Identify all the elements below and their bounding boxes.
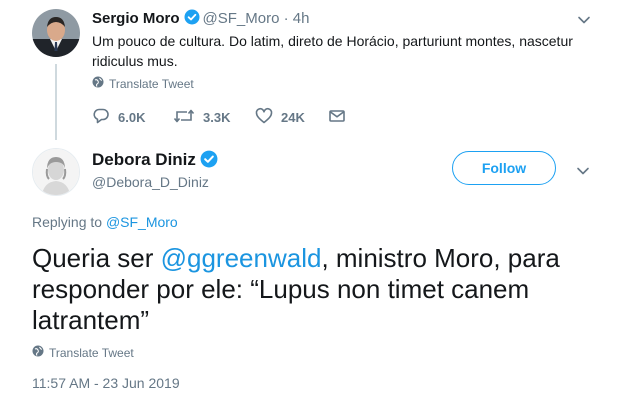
retweet-icon <box>173 107 195 128</box>
heart-icon <box>255 107 273 128</box>
main-text-before: Queria ser <box>32 243 161 273</box>
replying-to-handle-link[interactable]: @SF_Moro <box>106 214 178 230</box>
globe-icon <box>92 76 104 91</box>
retweet-button[interactable]: 3.3K <box>173 107 255 128</box>
parent-translate-label: Translate Tweet <box>109 76 194 91</box>
tweet-timestamp[interactable]: 11:57 AM - 23 Jun 2019 <box>32 375 180 391</box>
reply-button[interactable]: 6.0K <box>92 107 173 128</box>
parent-author-name[interactable]: Sergio Moro <box>92 10 180 27</box>
main-author-name[interactable]: Debora Diniz <box>92 150 196 169</box>
globe-icon <box>32 345 44 360</box>
like-button[interactable]: 24K <box>255 107 328 128</box>
parent-time[interactable]: 4h <box>293 10 310 27</box>
debora-diniz-avatar[interactable] <box>32 148 80 196</box>
main-tweet-text: Queria ser @ggreenwald, ministro Moro, p… <box>32 243 607 336</box>
verified-icon <box>184 9 200 29</box>
reply-count: 6.0K <box>118 110 146 125</box>
parent-action-bar: 6.0K 3.3K 24K <box>92 107 346 128</box>
verified-icon <box>200 150 218 173</box>
chevron-down-icon[interactable] <box>576 164 590 178</box>
main-author-line: Debora Diniz <box>92 150 218 173</box>
sergio-moro-avatar[interactable] <box>32 9 80 57</box>
parent-author-line: Sergio Moro @SF_Moro · 4h <box>92 9 309 29</box>
main-handle[interactable]: @Debora_D_Diniz <box>92 174 209 190</box>
replying-to-line: Replying to @SF_Moro <box>32 214 178 230</box>
like-count: 24K <box>281 110 305 125</box>
time-separator: · <box>283 10 289 27</box>
chevron-down-icon[interactable] <box>577 13 591 27</box>
follow-button[interactable]: Follow <box>452 151 556 185</box>
mention-link[interactable]: @ggreenwald <box>161 243 322 273</box>
thread-line <box>55 64 57 140</box>
main-translate-link[interactable]: Translate Tweet <box>32 345 134 360</box>
envelope-icon <box>328 107 346 128</box>
parent-translate-link[interactable]: Translate Tweet <box>92 76 194 91</box>
parent-handle[interactable]: @SF_Moro <box>203 10 280 27</box>
parent-tweet-text: Um pouco de cultura. Do latim, direto de… <box>92 33 573 69</box>
reply-icon <box>92 107 110 128</box>
retweet-count: 3.3K <box>203 110 231 125</box>
direct-message-button[interactable] <box>328 107 346 128</box>
replying-to-label: Replying to <box>32 214 106 230</box>
main-translate-label: Translate Tweet <box>49 345 134 360</box>
